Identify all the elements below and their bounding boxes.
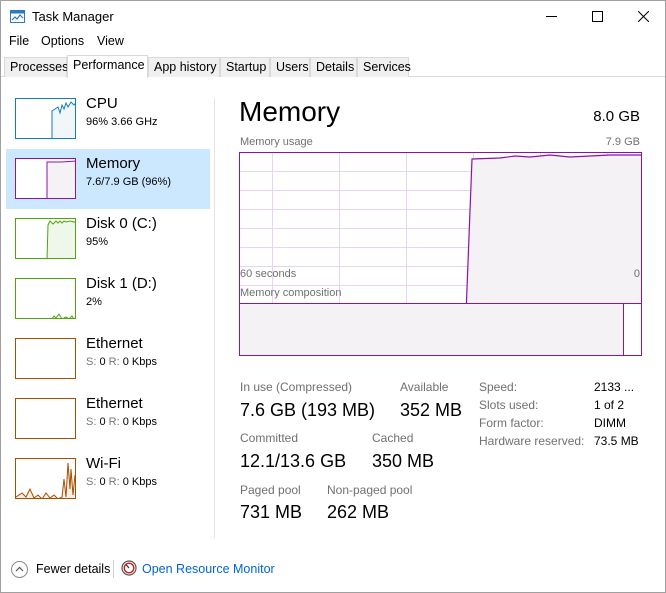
committed-value: 12.1/13.6 GB (240, 451, 347, 471)
sidebar-sub-wifi: S: 0 R: 0 Kbps (86, 476, 157, 488)
menu-file[interactable]: File (9, 34, 29, 48)
sidebar-title-ethernet-2: Ethernet (86, 395, 143, 412)
available-label: Available (400, 380, 449, 394)
sidebar-item-disk0[interactable]: Disk 0 (C:) 95% (6, 209, 210, 269)
in-use-label: In use (Compressed) (240, 380, 353, 394)
paged-pool-label: Paged pool (240, 483, 301, 497)
disk1-thumbnail (15, 278, 76, 319)
sidebar-item-ethernet-2[interactable]: Ethernet S: 0 R: 0 Kbps (6, 389, 210, 449)
paged-pool-value: 731 MB (240, 502, 303, 522)
panel-divider (214, 98, 215, 538)
menu-bar: File Options View (1, 32, 665, 52)
committed-label: Committed (240, 431, 299, 445)
wifi-thumbnail (15, 458, 76, 499)
graph-time-right: 0 (633, 268, 640, 280)
sidebar-item-wifi[interactable]: Wi-Fi S: 0 R: 0 Kbps (6, 449, 210, 509)
slots-value: 1 of 2 (594, 398, 625, 412)
non-paged-pool-value: 262 MB (327, 502, 390, 522)
sidebar-title-ethernet-1: Ethernet (86, 335, 143, 352)
footer-separator (113, 560, 114, 578)
tab-users[interactable]: Users (270, 57, 310, 77)
page-title: Memory (239, 96, 341, 127)
tab-startup[interactable]: Startup (220, 57, 270, 77)
tab-performance[interactable]: Performance (67, 55, 148, 78)
graph-time-left: 60 seconds (240, 268, 297, 280)
ethernet2-thumbnail (15, 398, 76, 439)
cpu-thumbnail (15, 98, 76, 139)
memory-thumbnail (15, 158, 76, 199)
footer: Fewer details Open Resource Monitor (1, 551, 665, 591)
resource-monitor-icon[interactable] (121, 560, 137, 576)
tab-details[interactable]: Details (310, 57, 357, 77)
menu-options[interactable]: Options (41, 34, 84, 48)
performance-panel: CPU 96% 3.66 GHz Memory 7.6/7.9 GB (96%)… (1, 78, 665, 546)
tab-processes[interactable]: Processes (4, 57, 68, 77)
sidebar-title-cpu: CPU (86, 95, 118, 112)
sidebar-sub-memory: 7.6/7.9 GB (96%) (86, 176, 171, 188)
available-value: 352 MB (400, 400, 463, 420)
form-factor-label: Form factor: (479, 416, 544, 430)
open-resource-monitor-link[interactable]: Open Resource Monitor (142, 562, 275, 576)
sidebar-title-disk1: Disk 1 (D:) (86, 275, 157, 292)
hardware-reserved-value: 73.5 MB (594, 434, 639, 448)
ethernet1-thumbnail (15, 338, 76, 379)
minimize-icon (545, 15, 557, 17)
sidebar-item-cpu[interactable]: CPU 96% 3.66 GHz (6, 89, 210, 149)
sidebar-item-memory[interactable]: Memory 7.6/7.9 GB (96%) (6, 149, 210, 209)
slots-label: Slots used: (479, 398, 539, 412)
tab-services[interactable]: Services (357, 57, 411, 77)
sidebar-sub-disk0: 95% (86, 236, 109, 248)
tab-bar: Processes Performance App history Startu… (1, 55, 665, 78)
speed-label: Speed: (479, 380, 518, 394)
maximize-button[interactable] (574, 1, 620, 31)
chevron-up-icon (15, 566, 24, 572)
task-manager-icon (10, 10, 25, 23)
sidebar-title-memory: Memory (86, 155, 141, 172)
sidebar-item-ethernet-1[interactable]: Ethernet S: 0 R: 0 Kbps (6, 329, 210, 389)
memory-usage-label: Memory usage (240, 136, 313, 148)
memory-composition-bar (239, 303, 642, 356)
minimize-button[interactable] (528, 1, 574, 31)
close-icon (637, 10, 649, 22)
close-button[interactable] (620, 1, 666, 31)
sidebar-sub-ethernet-2: S: 0 R: 0 Kbps (86, 416, 157, 428)
title-bar: Task Manager (1, 1, 665, 31)
fewer-details-button-icon[interactable] (11, 561, 28, 578)
cached-value: 350 MB (372, 451, 435, 471)
sidebar-title-wifi: Wi-Fi (86, 455, 121, 472)
form-factor-value: DIMM (594, 416, 626, 430)
speed-value: 2133 ... (594, 380, 635, 394)
menu-view[interactable]: View (97, 34, 124, 48)
sidebar-item-disk1[interactable]: Disk 1 (D:) 2% (6, 269, 210, 329)
cached-label: Cached (372, 431, 414, 445)
tab-app-history[interactable]: App history (148, 57, 220, 77)
memory-usage-max: 7.9 GB (605, 136, 640, 148)
memory-composition-label: Memory composition (240, 287, 342, 299)
sidebar-title-disk0: Disk 0 (C:) (86, 215, 157, 232)
composition-in-use (240, 304, 624, 355)
sidebar-sub-ethernet-1: S: 0 R: 0 Kbps (86, 356, 157, 368)
non-paged-pool-label: Non-paged pool (327, 483, 413, 497)
fewer-details-button[interactable]: Fewer details (36, 562, 110, 576)
sidebar-sub-disk1: 2% (86, 296, 102, 308)
in-use-value: 7.6 GB (193 MB) (240, 400, 376, 420)
sidebar-sub-cpu: 96% 3.66 GHz (86, 116, 158, 128)
memory-total: 8.0 GB (593, 108, 640, 125)
maximize-icon (591, 10, 603, 22)
disk0-thumbnail (15, 218, 76, 259)
hardware-reserved-label: Hardware reserved: (479, 434, 585, 448)
window-title: Task Manager (32, 9, 114, 24)
